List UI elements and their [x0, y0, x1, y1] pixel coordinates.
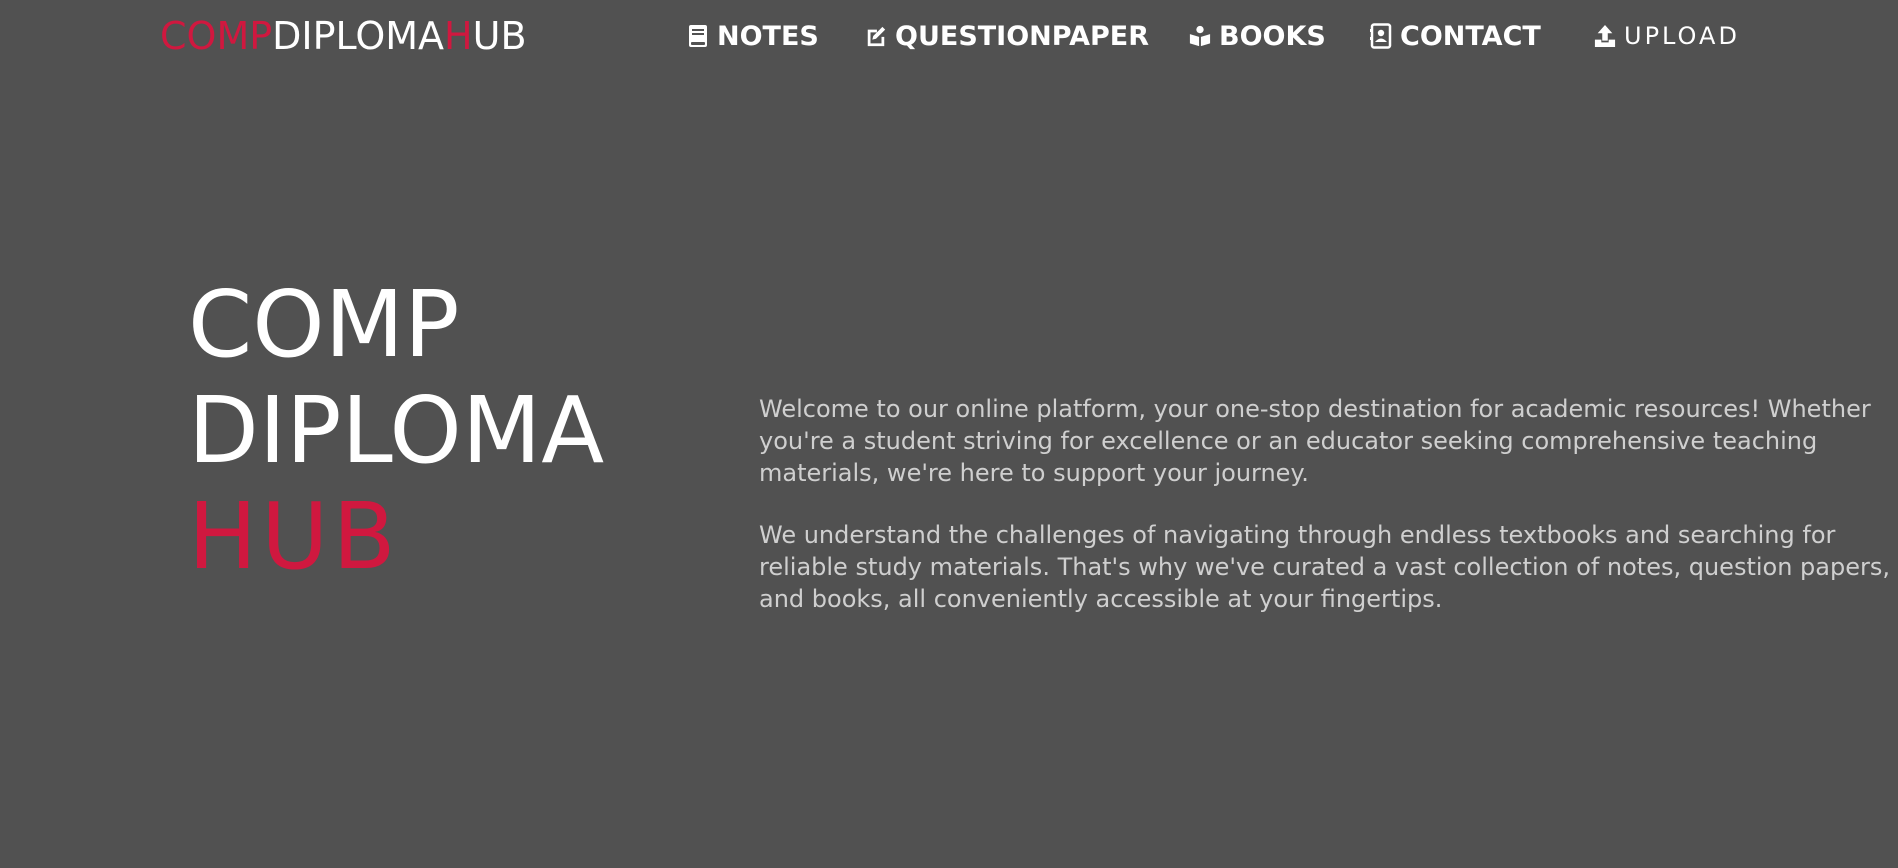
hero-title-diploma: DIPLOMA: [188, 377, 605, 484]
hero-title-hub: HUB: [188, 483, 400, 590]
main-nav: NOTES QUESTIONPAPER BOOKS CONTACT UPLOAD: [0, 0, 1898, 74]
nav-label-contact: CONTACT: [1400, 20, 1541, 52]
nav-item-notes[interactable]: NOTES: [687, 18, 819, 54]
edit-icon: [865, 23, 887, 49]
hero-title-comp: COMP: [188, 271, 460, 378]
nav-item-contact[interactable]: CONTACT: [1370, 18, 1541, 54]
nav-item-upload[interactable]: UPLOAD: [1594, 18, 1740, 54]
nav-item-books[interactable]: BOOKS: [1189, 18, 1326, 54]
book-reader-icon: [1189, 23, 1211, 49]
hero-paragraph-challenges: We understand the challenges of navigati…: [759, 521, 1890, 613]
navbar: COMPDIPLOMAHUB NOTES QUESTIONPAPER BOOKS…: [0, 0, 1898, 74]
hero-paragraph-welcome: Welcome to our online platform, your one…: [759, 395, 1871, 487]
nav-label-upload: UPLOAD: [1624, 22, 1740, 50]
hero-title: COMP DIPLOMA HUB: [188, 272, 604, 590]
address-book-icon: [1370, 23, 1392, 49]
upload-icon: [1594, 23, 1616, 49]
nav-label-notes: NOTES: [717, 20, 819, 52]
page: COMPDIPLOMAHUB NOTES QUESTIONPAPER BOOKS…: [0, 0, 1898, 868]
hero-description: Welcome to our online platform, your one…: [759, 393, 1898, 645]
nav-item-questionpaper[interactable]: QUESTIONPAPER: [865, 18, 1149, 54]
book-icon: [687, 23, 709, 49]
nav-label-questionpaper: QUESTIONPAPER: [895, 20, 1150, 52]
nav-label-books: BOOKS: [1219, 20, 1326, 52]
